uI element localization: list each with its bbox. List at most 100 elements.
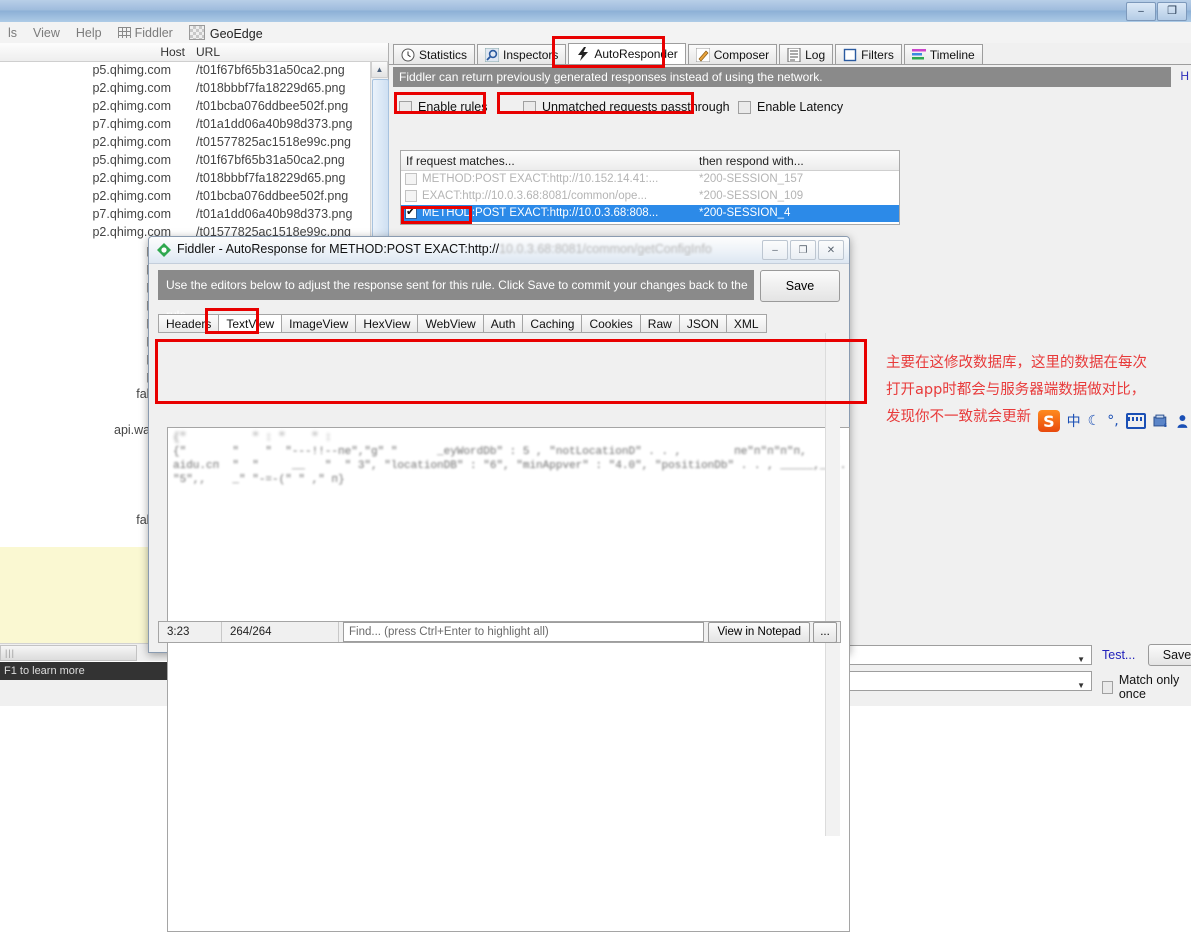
cell-host: p2.qhimg.com xyxy=(92,99,171,113)
tab-inspectors[interactable]: Inspectors xyxy=(477,44,567,64)
session-list-header: Host URL xyxy=(0,43,388,62)
dialog-title-text: Fiddler - AutoResponse for METHOD:POST E… xyxy=(177,242,737,256)
svg-text:s: s xyxy=(1164,422,1167,428)
rule-enable-checkbox[interactable] xyxy=(405,190,417,202)
info-bar-right-link[interactable]: H xyxy=(1180,69,1189,83)
dialog-tab-headers[interactable]: Headers xyxy=(158,314,219,333)
tab-timeline[interactable]: Timeline xyxy=(903,44,983,64)
geoedge-icon xyxy=(188,24,205,40)
dialog-tab-auth[interactable]: Auth xyxy=(482,314,523,333)
chevron-down-icon[interactable]: ▼ xyxy=(1077,677,1085,690)
dialog-title-prefix: Fiddler - AutoResponse for METHOD:POST E… xyxy=(177,242,500,256)
column-header-respond[interactable]: then respond with... xyxy=(699,154,804,168)
dialog-textview-wrapper: {" " : " " : {" " " "---!!--пe","g" " _ey… xyxy=(158,332,850,932)
menu-item-help[interactable]: Help xyxy=(68,24,110,42)
dialog-close-button[interactable]: ✕ xyxy=(818,240,844,260)
dialog-title-blurred: 10.0.3.68:8081/common/ xyxy=(499,242,638,256)
cell-host: p2.qhimg.com xyxy=(92,171,171,185)
dialog-tab-webview[interactable]: WebView xyxy=(417,314,483,333)
table-row[interactable]: p5.qhimg.com/t01f67bf65b31a50ca2.png xyxy=(0,61,371,79)
save-rule-button[interactable]: Save xyxy=(1148,644,1191,666)
dialog-tab-textview[interactable]: TextView xyxy=(218,314,282,333)
ime-keyboard-icon[interactable] xyxy=(1125,413,1147,429)
enable-latency-checkbox[interactable]: Enable Latency xyxy=(738,100,843,114)
tab-log[interactable]: Log xyxy=(779,44,834,64)
dialog-textview-body[interactable]: {" " : " " : {" " " "---!!--пe","g" " _ey… xyxy=(167,427,850,932)
unmatched-passthrough-checkbox[interactable]: Unmatched requests passthrough xyxy=(523,100,738,114)
window-restore-button[interactable]: ❐ xyxy=(1157,2,1187,21)
table-row[interactable]: p7.qhimg.com/t01a1dd06a40b98d373.png xyxy=(0,205,371,223)
test-link[interactable]: Test... xyxy=(1102,648,1135,662)
dialog-tab-raw[interactable]: Raw xyxy=(639,314,679,333)
table-row[interactable]: p2.qhimg.com/t018bbbf7fa18229d65.png xyxy=(0,169,371,187)
dialog-minimize-button[interactable]: – xyxy=(762,240,788,260)
ime-toolbox-icon[interactable]: s xyxy=(1153,414,1170,429)
rule-row[interactable]: METHOD:POST EXACT:http://10.0.3.68:808..… xyxy=(401,204,899,222)
column-header-host[interactable]: Host xyxy=(105,45,185,59)
dialog-tab-label: Headers xyxy=(166,316,212,331)
menu-label: Fiddler xyxy=(134,25,173,40)
dialog-tab-cookies[interactable]: Cookies xyxy=(581,314,640,333)
dialog-tab-imageview[interactable]: ImageView xyxy=(281,314,356,333)
rule-enable-checkbox[interactable] xyxy=(405,204,417,221)
sogou-ime-toolbar[interactable]: S 中 ☾ °, s xyxy=(1038,408,1188,434)
table-row[interactable]: p7.qhimg.com/t01a1dd06a40b98d373.png xyxy=(0,115,371,133)
hscrollbar-thumb[interactable]: ||| xyxy=(0,645,137,661)
window-minimize-button[interactable]: – xyxy=(1126,2,1156,21)
dialog-tab-json[interactable]: JSON xyxy=(678,314,726,333)
table-row[interactable]: p2.qhimg.com/t01bcba076ddbee502f.png xyxy=(0,187,371,205)
sogou-logo-icon[interactable]: S xyxy=(1038,410,1060,432)
dialog-window-controls: – ❐ ✕ xyxy=(762,240,844,260)
tab-composer[interactable]: Composer xyxy=(687,44,778,64)
column-header-url[interactable]: URL xyxy=(196,45,220,59)
tab-statistics[interactable]: Statistics xyxy=(393,44,476,64)
find-input[interactable]: Find... (press Ctrl+Enter to highlight a… xyxy=(343,622,705,642)
rule-enable-checkbox[interactable] xyxy=(405,173,417,185)
ime-user-icon[interactable] xyxy=(1177,414,1188,429)
table-row[interactable]: p2.qhimg.com/t018bbbf7fa18229d65.png xyxy=(0,79,371,97)
menu-item-fiddler[interactable]: Fiddler xyxy=(110,24,181,42)
annotation-line: 主要在这修改数据库，这里的数据在每次 xyxy=(886,355,1147,371)
enable-rules-checkbox[interactable]: Enable rules xyxy=(399,100,523,114)
table-row[interactable]: p2.qhimg.com/t01bcba076ddbee502f.png xyxy=(0,97,371,115)
autoresponder-rules-grid[interactable]: If request matches... then respond with.… xyxy=(400,150,900,225)
dialog-tab-label: WebView xyxy=(425,316,476,331)
menu-item-geoedge[interactable]: GeoEdge xyxy=(181,23,271,43)
rule-row[interactable]: METHOD:POST EXACT:http://10.152.14.41:..… xyxy=(401,171,899,188)
dialog-restore-button[interactable]: ❐ xyxy=(790,240,816,260)
fiddler-logo-icon xyxy=(157,243,171,257)
dialog-save-button[interactable]: Save xyxy=(760,270,840,302)
rules-rows[interactable]: METHOD:POST EXACT:http://10.152.14.41:..… xyxy=(401,171,899,222)
cell-host: p5.qhimg.com xyxy=(92,63,171,77)
lightning-icon xyxy=(578,47,589,61)
table-row[interactable]: p5.qhimg.com/t01f67bf65b31a50ca2.png xyxy=(0,151,371,169)
dialog-textview-scrollbar[interactable] xyxy=(825,333,840,836)
tab-autoresponder[interactable]: AutoResponder xyxy=(568,43,686,64)
pencil-icon xyxy=(695,47,710,62)
view-in-notepad-button[interactable]: View in Notepad xyxy=(708,621,810,643)
response-body-line: {" " " "---!!--пe","g" " _eyWordDb" : 5 … xyxy=(173,446,840,458)
table-row[interactable]: p2.qhimg.com/t01577825ac1518e99c.png xyxy=(0,133,371,151)
magnifier-icon xyxy=(485,47,500,62)
column-header-match[interactable]: If request matches... xyxy=(406,154,515,168)
caret-position: 3:23 xyxy=(159,622,222,642)
chevron-down-icon[interactable]: ▼ xyxy=(1077,651,1085,664)
ime-moon-icon[interactable]: ☾ xyxy=(1088,413,1101,429)
checkbox-icon xyxy=(738,100,751,114)
menu-item-view[interactable]: View xyxy=(25,24,68,42)
dialog-titlebar[interactable]: Fiddler - AutoResponse for METHOD:POST E… xyxy=(149,237,849,264)
menu-item-tools[interactable]: ls xyxy=(0,24,25,42)
dialog-tab-caching[interactable]: Caching xyxy=(522,314,582,333)
dialog-tab-hexview[interactable]: HexView xyxy=(355,314,418,333)
tab-label: Log xyxy=(805,47,826,62)
dialog-tab-xml[interactable]: XML xyxy=(725,314,767,333)
ime-language-icon[interactable]: 中 xyxy=(1067,411,1081,431)
scroll-up-icon[interactable]: ▲ xyxy=(371,61,388,78)
rule-row[interactable]: EXACT:http://10.0.3.68:8081/common/ope..… xyxy=(401,188,899,205)
ime-punctuation-icon[interactable]: °, xyxy=(1107,413,1118,429)
tab-filters[interactable]: Filters xyxy=(835,44,902,64)
match-only-once-checkbox[interactable]: Match only once xyxy=(1102,673,1191,701)
dialog-tab-label: Cookies xyxy=(589,316,633,331)
restore-icon: ❐ xyxy=(798,244,808,256)
more-options-button[interactable]: ... xyxy=(813,621,837,643)
